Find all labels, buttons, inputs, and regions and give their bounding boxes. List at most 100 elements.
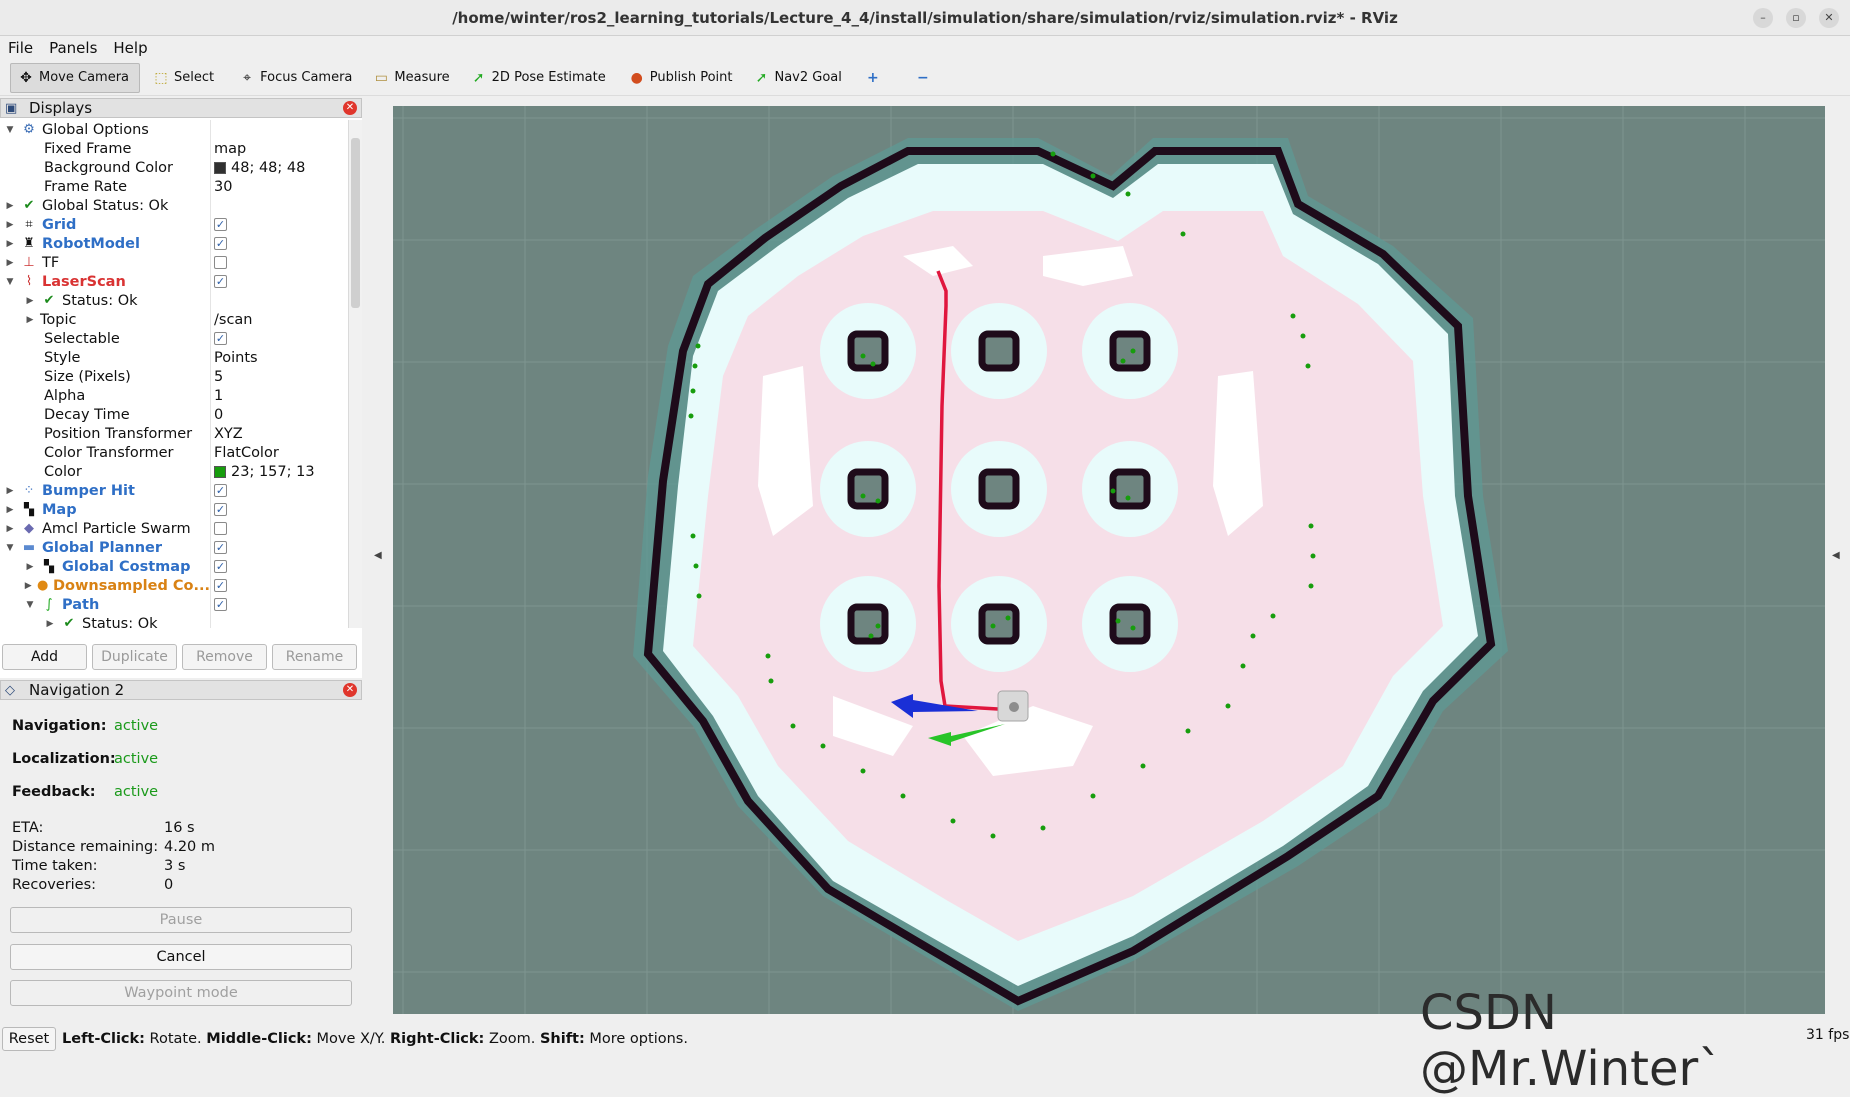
tool-move-camera[interactable]: ✥ Move Camera	[10, 62, 141, 93]
tree-row-laser-status[interactable]: ▶ ✔ Status: Ok	[0, 291, 348, 310]
color-swatch[interactable]	[214, 161, 226, 174]
checkbox-checked[interactable]: ✓	[214, 541, 227, 554]
menu-panels[interactable]: Panels	[49, 39, 97, 57]
tree-row-bumper-hit[interactable]: ▶ ⁘ Bumper Hit ✓	[0, 481, 348, 500]
checkbox-checked[interactable]: ✓	[214, 332, 227, 345]
chevron-right-icon[interactable]: ▶	[24, 296, 36, 306]
tree-scrollbar[interactable]	[348, 120, 362, 628]
cancel-button[interactable]: Cancel	[10, 944, 352, 970]
menu-help[interactable]: Help	[113, 39, 147, 57]
tree-row-fixed-frame[interactable]: Fixed Frame map	[0, 139, 348, 158]
left-dock-splitter[interactable]: ◀	[366, 98, 392, 1016]
tree-row-global-options[interactable]: ▼ ⚙ Global Options	[0, 120, 348, 139]
chevron-down-icon[interactable]: ▼	[4, 277, 16, 287]
scrollbar-thumb[interactable]	[351, 138, 360, 308]
tree-row-size[interactable]: Size (Pixels) 5	[0, 367, 348, 386]
chevron-right-icon[interactable]: ▶	[44, 619, 56, 629]
chevron-down-icon[interactable]: ▼	[4, 125, 16, 135]
tree-row-laserscan[interactable]: ▼ ⌇ LaserScan ✓	[0, 272, 348, 291]
color-value[interactable]: 23; 157; 13	[231, 464, 315, 480]
alpha-value[interactable]: 1	[214, 388, 223, 404]
checkbox-checked[interactable]: ✓	[214, 579, 227, 592]
tree-row-style[interactable]: Style Points	[0, 348, 348, 367]
tree-row-frame-rate[interactable]: Frame Rate 30	[0, 177, 348, 196]
collapse-right-icon[interactable]: ◀	[1832, 550, 1840, 561]
tree-row-path[interactable]: ▼ ∫ Path ✓	[0, 595, 348, 614]
chevron-right-icon[interactable]: ▶	[4, 258, 16, 268]
close-panel-button[interactable]: ✕	[343, 101, 357, 115]
tree-row-position-transformer[interactable]: Position Transformer XYZ	[0, 424, 348, 443]
topic-value[interactable]: /scan	[214, 312, 253, 328]
add-button[interactable]: Add	[2, 644, 87, 670]
tool-nav2-goal[interactable]: ➚ Nav2 Goal	[746, 63, 851, 93]
tree-row-downsampled[interactable]: ▶ ● Downsampled Co... ✓	[0, 576, 348, 595]
tree-row-selectable[interactable]: Selectable ✓	[0, 329, 348, 348]
chevron-right-icon[interactable]: ▶	[4, 524, 16, 534]
checkbox-checked[interactable]: ✓	[214, 275, 227, 288]
pause-button[interactable]: Pause	[10, 907, 352, 933]
tree-row-global-costmap[interactable]: ▶ ▚ Global Costmap ✓	[0, 557, 348, 576]
remove-button[interactable]: Remove	[182, 644, 267, 670]
tree-row-grid[interactable]: ▶ ⌗ Grid ✓	[0, 215, 348, 234]
checkbox-unchecked[interactable]	[214, 522, 227, 535]
chevron-down-icon[interactable]: ▼	[24, 600, 36, 610]
tree-row-path-status[interactable]: ▶ ✔ Status: Ok	[0, 614, 348, 629]
chevron-right-icon[interactable]: ▶	[4, 505, 16, 515]
minimize-button[interactable]: –	[1753, 8, 1773, 28]
duplicate-button[interactable]: Duplicate	[92, 644, 177, 670]
close-window-button[interactable]: ✕	[1819, 8, 1839, 28]
size-value[interactable]: 5	[214, 369, 223, 385]
chevron-right-icon[interactable]: ▶	[4, 239, 16, 249]
checkbox-checked[interactable]: ✓	[214, 484, 227, 497]
checkbox-checked[interactable]: ✓	[214, 598, 227, 611]
tree-row-amcl[interactable]: ▶ ◆ Amcl Particle Swarm	[0, 519, 348, 538]
reset-button[interactable]: Reset	[2, 1026, 56, 1051]
add-tool-button[interactable]: +	[858, 63, 896, 93]
fixed-frame-value[interactable]: map	[214, 141, 246, 157]
chevron-right-icon[interactable]: ▶	[4, 220, 16, 230]
rename-button[interactable]: Rename	[272, 644, 357, 670]
render-viewport[interactable]	[393, 106, 1825, 1014]
collapse-left-icon[interactable]: ◀	[374, 550, 382, 561]
tree-row-decay-time[interactable]: Decay Time 0	[0, 405, 348, 424]
tree-row-robotmodel[interactable]: ▶ ♜ RobotModel ✓	[0, 234, 348, 253]
tool-publish-point[interactable]: ● Publish Point	[622, 63, 743, 93]
decay-value[interactable]: 0	[214, 407, 223, 423]
tree-row-color[interactable]: Color 23; 157; 13	[0, 462, 348, 481]
chevron-right-icon[interactable]: ▶	[4, 486, 16, 496]
tree-row-global-status[interactable]: ▶ ✔ Global Status: Ok	[0, 196, 348, 215]
right-dock-splitter[interactable]: ◀	[1826, 98, 1850, 1016]
checkbox-unchecked[interactable]	[214, 256, 227, 269]
checkbox-checked[interactable]: ✓	[214, 218, 227, 231]
chevron-right-icon[interactable]: ▶	[24, 315, 36, 325]
style-value[interactable]: Points	[214, 350, 258, 366]
chevron-right-icon[interactable]: ▶	[24, 562, 36, 572]
tree-row-global-planner[interactable]: ▼ ▬ Global Planner ✓	[0, 538, 348, 557]
tool-select[interactable]: ⬚ Select	[146, 63, 224, 93]
tree-row-topic[interactable]: ▶ Topic /scan	[0, 310, 348, 329]
tree-row-alpha[interactable]: Alpha 1	[0, 386, 348, 405]
tool-measure[interactable]: ▭ Measure	[366, 63, 459, 93]
tree-row-color-transformer[interactable]: Color Transformer FlatColor	[0, 443, 348, 462]
chevron-down-icon[interactable]: ▼	[4, 543, 16, 553]
background-color-value[interactable]: 48; 48; 48	[231, 160, 305, 176]
close-panel-button[interactable]: ✕	[343, 683, 357, 697]
maximize-button[interactable]: ▫	[1786, 8, 1806, 28]
checkbox-checked[interactable]: ✓	[214, 560, 227, 573]
checkbox-checked[interactable]: ✓	[214, 503, 227, 516]
chevron-right-icon[interactable]: ▶	[4, 201, 16, 211]
tool-focus-camera[interactable]: ⌖ Focus Camera	[232, 63, 362, 93]
remove-tool-button[interactable]: −	[908, 63, 946, 93]
checkbox-checked[interactable]: ✓	[214, 237, 227, 250]
tool-2d-pose-estimate[interactable]: ➚ 2D Pose Estimate	[464, 63, 616, 93]
tree-row-tf[interactable]: ▶ ⊥ TF	[0, 253, 348, 272]
frame-rate-value[interactable]: 30	[214, 179, 232, 195]
chevron-right-icon[interactable]: ▶	[24, 581, 32, 591]
position-transformer-value[interactable]: XYZ	[214, 426, 243, 442]
tree-row-background-color[interactable]: Background Color 48; 48; 48	[0, 158, 348, 177]
color-transformer-value[interactable]: FlatColor	[214, 445, 279, 461]
tree-row-map[interactable]: ▶ ▚ Map ✓	[0, 500, 348, 519]
menu-file[interactable]: File	[8, 39, 33, 57]
color-swatch[interactable]	[214, 465, 226, 478]
waypoint-mode-button[interactable]: Waypoint mode	[10, 980, 352, 1006]
